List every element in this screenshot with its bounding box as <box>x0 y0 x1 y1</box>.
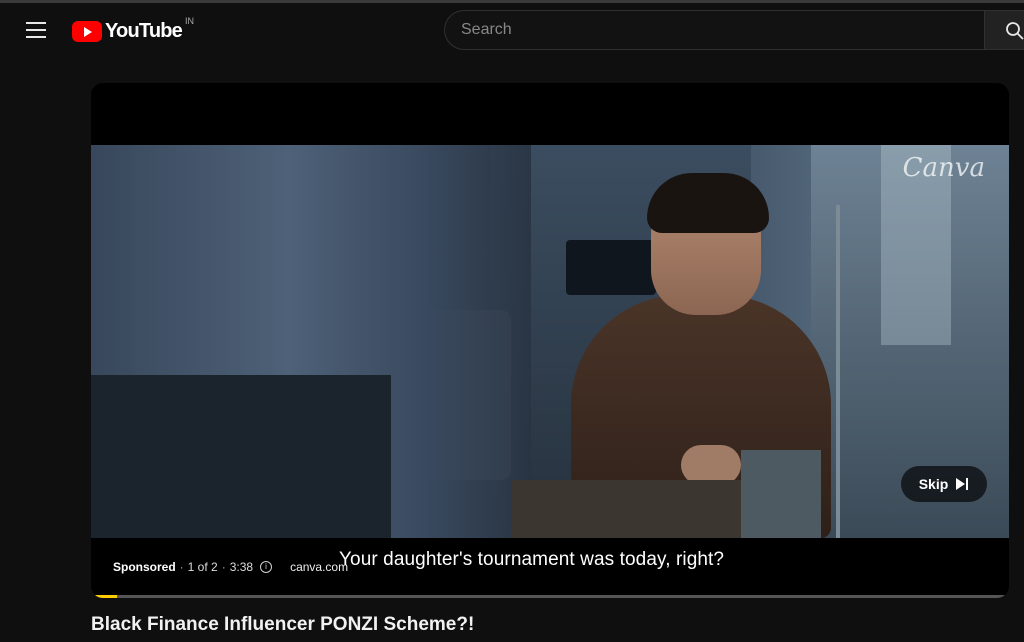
ad-duration: 3:38 <box>229 560 254 574</box>
brand-watermark: Canva <box>902 153 985 183</box>
foreground-trousers <box>91 375 391 538</box>
menu-line <box>26 22 46 24</box>
search-input[interactable] <box>445 11 984 49</box>
skip-ad-button[interactable]: Skip <box>901 466 987 502</box>
ad-progress-fill <box>91 595 117 598</box>
ad-video-frame: Canva <box>91 145 1009 538</box>
play-logo-icon <box>72 21 102 42</box>
menu-line <box>26 36 46 38</box>
menu-line <box>26 29 46 31</box>
logo-wordmark: YouTube <box>105 20 183 42</box>
video-player[interactable]: Canva Skip Sponsored · 1 of 2 · 3:38 i c… <box>91 83 1009 598</box>
separator: · <box>179 560 184 574</box>
search-icon <box>1006 22 1024 40</box>
separator: · <box>221 560 226 574</box>
info-icon[interactable]: i <box>260 561 273 573</box>
guide-menu-button[interactable] <box>26 22 46 38</box>
search-box[interactable] <box>444 10 984 50</box>
window-frame <box>836 205 840 538</box>
country-code: IN <box>184 16 194 26</box>
search-button[interactable] <box>984 10 1024 50</box>
ad-position: 1 of 2 <box>187 560 218 574</box>
subtitle-caption: Your daughter's tournament was today, ri… <box>339 549 725 570</box>
skip-label: Skip <box>918 476 949 492</box>
video-title: Black Finance Influencer PONZI Scheme?! <box>91 614 475 635</box>
ad-info-bar: Sponsored · 1 of 2 · 3:38 i canva.com <box>113 560 348 574</box>
sponsored-label: Sponsored <box>113 560 176 574</box>
youtube-logo[interactable]: YouTube IN <box>72 16 194 44</box>
skip-next-icon <box>956 478 969 490</box>
top-border <box>0 0 1024 3</box>
desk-organizer <box>741 450 821 538</box>
seated-person-hand <box>681 445 741 485</box>
seated-person-hair <box>647 173 769 233</box>
monitor <box>566 240 656 295</box>
ad-progress-bar <box>91 595 1009 598</box>
